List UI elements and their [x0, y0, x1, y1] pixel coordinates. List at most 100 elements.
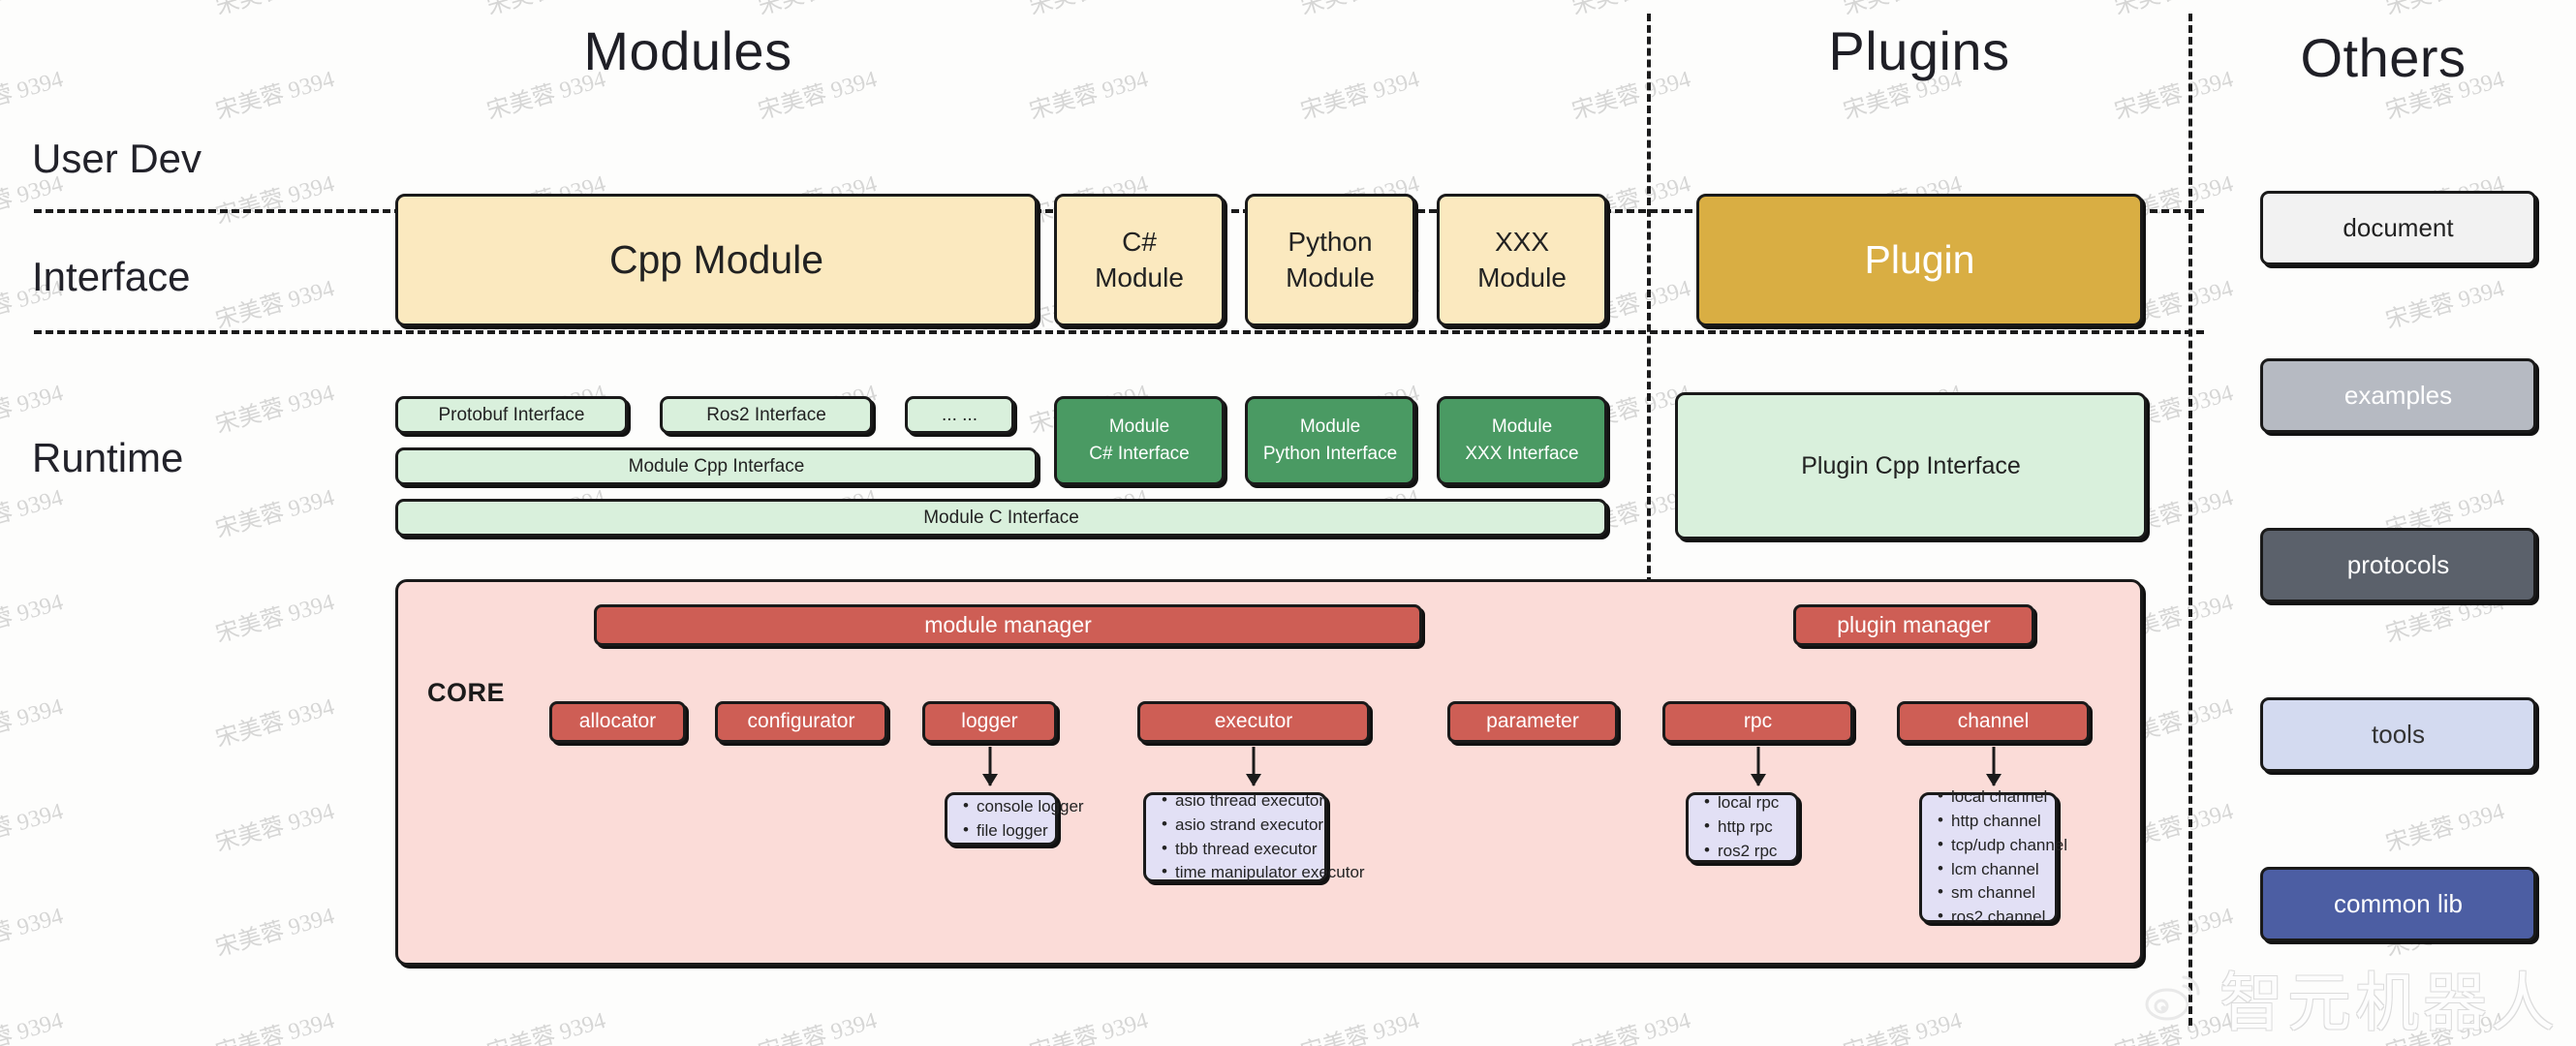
watermark-text: 宋美蓉 9394	[2382, 276, 2508, 334]
module-python-interface-box[interactable]: Module Python Interface	[1245, 396, 1415, 485]
column-title-plugins: Plugins	[1828, 20, 2010, 81]
watermark-text: 宋美蓉 9394	[212, 485, 338, 543]
executor-detail-item: time manipulator executor	[1160, 860, 1365, 885]
others-item-document[interactable]: document	[2260, 191, 2536, 265]
python-module-label-line1: Python	[1288, 227, 1373, 258]
watermark-text: 宋美蓉 9394	[0, 381, 67, 439]
core-component-parameter[interactable]: parameter	[1447, 701, 1618, 743]
module-csharp-interface-line1: Module	[1108, 416, 1170, 438]
python-module-box[interactable]: Python Module	[1245, 194, 1415, 326]
logger-detail-item: console logger	[961, 794, 1084, 819]
ros2-interface-label: Ros2 Interface	[706, 404, 826, 425]
others-item-protocols[interactable]: protocols	[2260, 528, 2536, 602]
channel-detail-item: tcp/udp channel	[1936, 833, 2067, 858]
arrow-head	[1751, 774, 1766, 786]
others-item-common-lib-label: common lib	[2334, 888, 2463, 918]
watermark-text: 宋美蓉 9394	[212, 694, 338, 753]
logger-detail-panel: console logger file logger	[945, 792, 1084, 846]
core-component-allocator[interactable]: allocator	[549, 701, 686, 743]
others-item-common-lib[interactable]: common lib	[2260, 867, 2536, 941]
cpp-module-label: Cpp Module	[608, 236, 824, 282]
module-manager-box[interactable]: module manager	[594, 604, 1422, 646]
row-label-runtime: Runtime	[32, 435, 184, 480]
rpc-detail-item: ros2 rpc	[1702, 839, 1786, 864]
arrow-head	[1246, 774, 1261, 786]
watermark-text: 宋美蓉 9394	[212, 904, 338, 962]
channel-detail-item: ros2 channel	[1936, 905, 2045, 930]
module-xxx-interface-line2: XXX Interface	[1465, 444, 1579, 464]
channel-detail-list: local channel http channel tcp/udp chann…	[1936, 784, 2067, 931]
watermark-text: 宋美蓉 9394	[0, 485, 67, 543]
others-item-protocols-label: protocols	[2346, 549, 2450, 579]
others-item-tools[interactable]: tools	[2260, 697, 2536, 772]
module-xxx-interface-box[interactable]: Module XXX Interface	[1437, 396, 1607, 485]
plugin-cpp-interface-box[interactable]: Plugin Cpp Interface	[1675, 392, 2147, 539]
divider-plugins-others	[2188, 14, 2192, 1026]
executor-detail-item: asio strand executor	[1160, 813, 1323, 838]
watermark-text: 宋美蓉 9394	[1026, 67, 1152, 125]
watermark-text: 宋美蓉 9394	[212, 590, 338, 648]
executor-detail-list: asio thread executor asio strand executo…	[1160, 788, 1365, 886]
module-cpp-interface-box[interactable]: Module Cpp Interface	[395, 447, 1038, 485]
channel-detail-item: local channel	[1936, 784, 2047, 810]
others-item-examples[interactable]: examples	[2260, 358, 2536, 433]
watermark-text: 宋美蓉 9394	[2111, 1008, 2237, 1046]
watermark-text: 宋美蓉 9394	[0, 1008, 67, 1046]
xxx-module-label-line1: XXX	[1494, 227, 1550, 258]
watermark-text: 宋美蓉 9394	[212, 1008, 338, 1046]
ellipsis-interface-box[interactable]: ... ...	[905, 396, 1014, 434]
column-title-modules: Modules	[583, 20, 792, 81]
core-component-logger[interactable]: logger	[922, 701, 1057, 743]
rpc-detail-panel: local rpc http rpc ros2 rpc	[1686, 790, 1799, 864]
protobuf-interface-label: Protobuf Interface	[438, 404, 585, 425]
core-component-channel[interactable]: channel	[1897, 701, 2090, 743]
module-csharp-interface-box[interactable]: Module C# Interface	[1054, 396, 1225, 485]
cpp-module-box[interactable]: Cpp Module	[395, 194, 1038, 326]
divider-modules-plugins	[1647, 14, 1651, 585]
protobuf-interface-box[interactable]: Protobuf Interface	[395, 396, 628, 434]
arrow-head	[982, 774, 998, 786]
channel-detail-item: lcm channel	[1936, 857, 2045, 882]
core-component-allocator-label: allocator	[578, 710, 657, 733]
module-csharp-interface-line2: C# Interface	[1089, 444, 1190, 464]
module-python-interface-line2: Python Interface	[1262, 444, 1398, 464]
core-component-rpc-label: rpc	[1743, 710, 1773, 733]
ros2-interface-box[interactable]: Ros2 Interface	[660, 396, 873, 434]
watermark-text: 宋美蓉 9394	[1025, 0, 1152, 21]
watermark-text: 宋美蓉 9394	[211, 0, 338, 21]
watermark-text: 宋美蓉 9394	[755, 1008, 881, 1046]
logger-detail-item: file logger	[961, 818, 1048, 844]
core-component-channel-label: channel	[1957, 710, 2030, 733]
module-manager-label: module manager	[924, 612, 1092, 638]
plugin-manager-box[interactable]: plugin manager	[1793, 604, 2034, 646]
core-component-rpc[interactable]: rpc	[1662, 701, 1853, 743]
others-item-examples-label: examples	[2343, 380, 2453, 410]
watermark-text: 宋美蓉 9394	[212, 799, 338, 857]
core-component-configurator[interactable]: configurator	[715, 701, 887, 743]
core-component-logger-label: logger	[961, 710, 1018, 733]
arrow-channel-to-detail	[1986, 747, 2002, 786]
module-xxx-interface-line1: Module	[1491, 416, 1553, 438]
channel-detail-panel: local channel http channel tcp/udp chann…	[1919, 784, 2067, 929]
channel-detail-item: sm channel	[1936, 880, 2045, 906]
watermark-text: 宋美蓉 9394	[1568, 1008, 1694, 1046]
watermark-text: 宋美蓉 9394	[1840, 1008, 1966, 1046]
watermark-text: 宋美蓉 9394	[482, 0, 609, 21]
arrow-executor-to-detail	[1246, 747, 1261, 786]
rpc-detail-list: local rpc http rpc ros2 rpc	[1702, 790, 1786, 864]
ellipsis-interface-label: ... ...	[942, 404, 978, 425]
csharp-module-label-line1: C#	[1122, 227, 1157, 258]
module-c-interface-box[interactable]: Module C Interface	[395, 499, 1607, 537]
xxx-module-box[interactable]: XXX Module	[1437, 194, 1607, 326]
plugin-box[interactable]: Plugin	[1696, 194, 2143, 326]
executor-detail-item: asio thread executor	[1160, 788, 1324, 814]
core-component-configurator-label: configurator	[747, 710, 855, 733]
core-component-executor[interactable]: executor	[1137, 701, 1370, 743]
csharp-module-box[interactable]: C# Module	[1054, 194, 1225, 326]
plugin-cpp-interface-label: Plugin Cpp Interface	[1801, 451, 2021, 479]
xxx-module-label-line2: Module	[1477, 262, 1567, 292]
plugin-manager-label: plugin manager	[1837, 612, 1991, 638]
watermark-text: 宋美蓉 9394	[754, 0, 881, 21]
row-label-interface: Interface	[32, 254, 191, 299]
watermark-text: 宋美蓉 9394	[0, 0, 66, 21]
